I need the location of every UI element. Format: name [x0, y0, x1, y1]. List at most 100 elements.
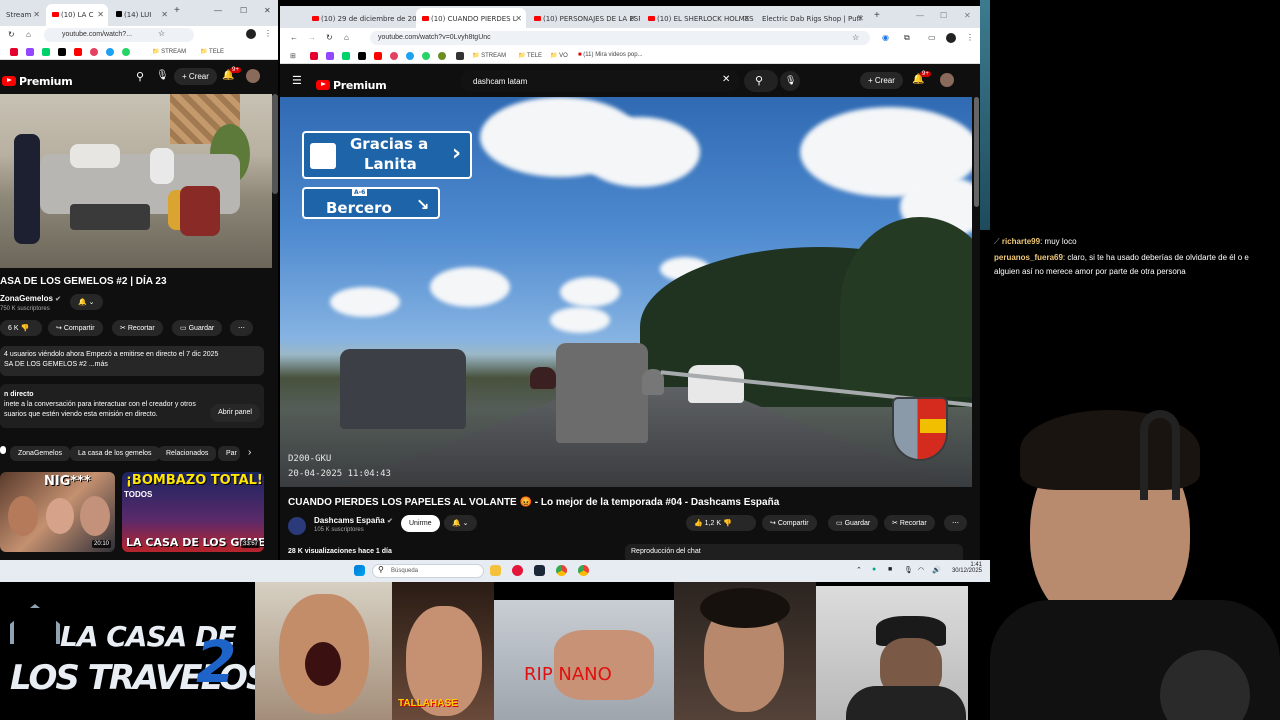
share-button[interactable]: ↪ Compartir [762, 515, 817, 531]
instagram-icon[interactable] [390, 52, 398, 60]
kick-icon[interactable] [342, 52, 350, 60]
close-icon[interactable]: ✕ [857, 14, 864, 23]
search-button[interactable]: ⚲ [744, 70, 778, 92]
scrollbar[interactable] [974, 97, 979, 207]
bookmark-folder-tele[interactable]: 📁 TELE [518, 52, 542, 59]
channel-name[interactable]: ZonaGemelos ✔ [0, 294, 61, 303]
channel-avatar[interactable] [288, 517, 306, 535]
instagram-icon[interactable] [90, 48, 98, 56]
star-icon[interactable]: ☆ [852, 33, 859, 42]
search-icon[interactable]: ⚲ [136, 70, 144, 83]
puzzle-icon[interactable]: ⧉ [904, 33, 910, 43]
close-icon[interactable]: ✕ [33, 10, 40, 19]
youtube-icon[interactable] [74, 48, 82, 56]
main-url-field[interactable]: youtube.com/watch?v=0Lvyh8tgUnc [370, 31, 870, 45]
youtube-premium-logo[interactable]: Premium [316, 76, 387, 94]
close-icon[interactable]: ✕ [97, 10, 104, 19]
description-box[interactable]: 4 usuarios viéndolo ahora Empezó a emiti… [0, 346, 264, 376]
clear-search-icon[interactable]: ✕ [722, 74, 730, 85]
notifications-bell-button[interactable]: 🔔 ⌄ [70, 294, 103, 310]
create-button[interactable]: + Crear [860, 72, 903, 89]
close-window-icon[interactable]: ✕ [964, 11, 971, 20]
extension-icon[interactable]: ◉ [882, 33, 889, 42]
hamburger-menu-icon[interactable]: ☰ [292, 74, 302, 87]
chip-la-casa[interactable]: La casa de los gemelos [70, 446, 160, 461]
bookmark-folder-stream[interactable]: 📁 STREAM [472, 52, 506, 59]
main-tab-5[interactable]: Electric Dab Rigs Shop | Puff ✕ [756, 8, 868, 30]
twitch-icon[interactable] [326, 52, 334, 60]
main-video-player[interactable]: Gracias a Lanita › A-6 Bercero ↘ D200-GK… [280, 97, 972, 487]
whatsapp-icon[interactable] [422, 52, 430, 60]
back-icon[interactable]: ← [290, 33, 298, 42]
scrollbar[interactable] [272, 94, 278, 194]
minimize-icon[interactable]: — [214, 6, 222, 15]
apps-icon[interactable]: ⊞ [290, 52, 296, 60]
sidebar-icon[interactable]: ▭ [928, 33, 936, 42]
share-button[interactable]: ↪ Compartir [48, 320, 103, 336]
recommended-video-2[interactable]: ¡BOMBAZO TOTAL! TODOS LA CASA DE LOS GEM… [122, 472, 264, 552]
chrome-icon[interactable] [556, 565, 567, 576]
close-icon[interactable]: ✕ [629, 14, 636, 23]
reload-icon[interactable]: ↻ [8, 30, 15, 39]
clock[interactable]: 1:41 30/12/2025 [946, 562, 982, 574]
left-tab-lui[interactable]: (14) LUI ✕ [110, 4, 172, 26]
reload-icon[interactable]: ↻ [326, 33, 333, 42]
open-panel-button[interactable]: Abrir panel [210, 404, 260, 422]
chip-more[interactable]: Par [218, 446, 240, 461]
bookmark-icon[interactable] [438, 52, 446, 60]
bookmark-folder-tele[interactable]: 📁 TELE [200, 48, 224, 55]
bookmark-folder-stream[interactable]: 📁 STREAM [152, 48, 186, 55]
left-tab-stream[interactable]: Stream ✕ [0, 4, 44, 26]
profile-avatar[interactable] [946, 33, 956, 43]
close-window-icon[interactable]: ✕ [264, 6, 271, 15]
create-button[interactable]: + Crear [174, 68, 217, 85]
left-url-field[interactable]: youtube.com/watch?... [44, 28, 194, 42]
bookmark-icon[interactable] [310, 52, 318, 60]
profile-avatar[interactable] [246, 29, 256, 39]
youtube-premium-logo[interactable]: Premium [2, 72, 73, 90]
close-icon[interactable]: ✕ [515, 14, 522, 23]
file-explorer-icon[interactable] [490, 565, 501, 576]
like-button[interactable]: 6 K 👎 [0, 320, 42, 336]
maximize-icon[interactable]: ☐ [940, 11, 947, 20]
more-options-button[interactable]: ⋯ [944, 515, 967, 531]
clip-button[interactable]: ✂ Recortar [112, 320, 163, 336]
join-button[interactable]: Unirme [401, 515, 440, 532]
volume-icon[interactable]: 🔊 [932, 566, 941, 574]
channel-name[interactable]: Dashcams España ✔ [314, 516, 393, 525]
tiktok-icon[interactable] [58, 48, 66, 56]
menu-dots-icon[interactable]: ⋮ [966, 33, 974, 42]
like-button[interactable]: 👍 1,2 K 👎 [686, 515, 756, 531]
mic-icon[interactable]: 🎙 [156, 70, 169, 81]
bookmark-icon[interactable] [456, 52, 464, 60]
new-tab-icon[interactable]: + [174, 5, 180, 16]
chip-all[interactable] [0, 446, 6, 454]
windows-start-icon[interactable] [354, 565, 365, 576]
whatsapp-icon[interactable] [122, 48, 130, 56]
avatar[interactable] [940, 73, 954, 87]
chevron-up-icon[interactable]: ⌃ [856, 566, 862, 574]
save-button[interactable]: ▭ Guardar [828, 515, 879, 531]
tray-icon[interactable]: ● [872, 566, 876, 573]
new-tab-icon[interactable]: + [874, 10, 880, 21]
bookmark-icon[interactable] [406, 52, 414, 60]
home-icon[interactable]: ⌂ [26, 30, 31, 39]
menu-dots-icon[interactable]: ⋮ [264, 29, 272, 38]
main-tab-1[interactable]: (10) 29 de diciembre de 2025 [306, 8, 416, 30]
minimize-icon[interactable]: — [916, 11, 924, 20]
recommended-video-1[interactable]: NIG*** 20:10 [0, 472, 115, 552]
wifi-icon[interactable]: ◠ [918, 566, 924, 574]
taskbar-search-input[interactable]: Búsqueda [372, 564, 484, 578]
home-icon[interactable]: ⌂ [344, 33, 349, 42]
save-button[interactable]: ▭ Guardar [172, 320, 223, 336]
chip-zonagemelos[interactable]: ZonaGemelos [10, 446, 70, 461]
main-tab-4[interactable]: (10) EL SHERLOCK HOLMES ✕ [642, 8, 754, 30]
tiktok-icon[interactable] [358, 52, 366, 60]
mic-icon[interactable]: 🎙 [904, 566, 913, 574]
chevron-right-icon[interactable]: › [248, 447, 251, 458]
bookmark-popular-videos[interactable]: ■ (11) Mira videos pop... [578, 52, 643, 58]
close-icon[interactable]: ✕ [161, 10, 168, 19]
youtube-icon[interactable] [374, 52, 382, 60]
bookmark-folder-vo[interactable]: 📁 VO [550, 52, 568, 59]
mic-button[interactable]: 🎙 [780, 71, 800, 91]
